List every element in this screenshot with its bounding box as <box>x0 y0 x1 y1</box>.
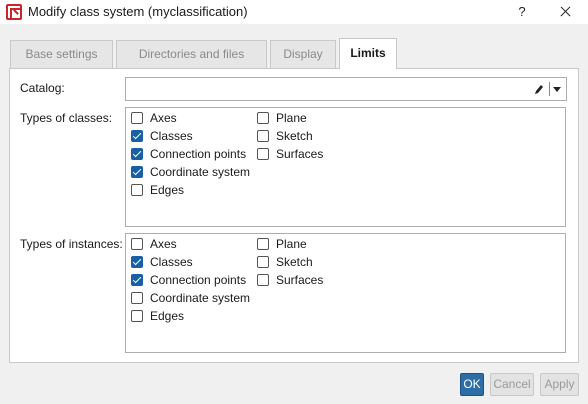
checkbox[interactable] <box>131 112 143 124</box>
checkbox-label: Edges <box>150 309 185 323</box>
checkbox[interactable] <box>257 274 269 286</box>
tab-base-settings[interactable]: Base settings <box>10 40 113 68</box>
separator <box>549 82 550 96</box>
checkbox[interactable] <box>131 148 143 160</box>
checkbox[interactable] <box>257 130 269 142</box>
checkbox[interactable] <box>131 130 143 142</box>
checkbox-label: Plane <box>276 111 307 125</box>
checkbox[interactable] <box>257 148 269 160</box>
catalog-combobox[interactable] <box>125 77 567 101</box>
checkbox-label: Axes <box>150 237 177 251</box>
apply-button[interactable]: Apply <box>540 373 579 396</box>
checkbox[interactable] <box>131 310 143 322</box>
checkbox-label: Axes <box>150 111 177 125</box>
chevron-down-icon[interactable] <box>553 87 561 92</box>
tab-label: Display <box>283 47 323 61</box>
tab-directories-and-files[interactable]: Directories and files <box>116 40 267 68</box>
checkbox[interactable] <box>257 238 269 250</box>
checkbox-label: Surfaces <box>276 273 324 287</box>
cancel-button[interactable]: Cancel <box>490 373 534 396</box>
checkbox[interactable] <box>131 184 143 196</box>
types-of-instances-label: Types of instances: <box>20 237 123 251</box>
types-of-classes-list[interactable]: Axes Classes Connection points Coordinat… <box>125 107 566 227</box>
app-icon <box>6 4 22 20</box>
checkbox-label: Sketch <box>276 129 313 143</box>
catalog-label: Catalog: <box>20 81 65 95</box>
pencil-icon[interactable] <box>534 83 544 95</box>
tab-label: Base settings <box>25 47 98 61</box>
checkbox[interactable] <box>131 166 143 178</box>
checkbox-label: Coordinate system <box>150 291 251 305</box>
checkbox-label: Classes <box>150 129 193 143</box>
tab-label: Directories and files <box>138 47 245 61</box>
checkbox-label: Edges <box>150 183 185 197</box>
checkbox[interactable] <box>131 256 143 268</box>
ok-button[interactable]: OK <box>460 373 484 396</box>
checkbox-label: Surfaces <box>276 147 324 161</box>
tab-display[interactable]: Display <box>270 40 336 68</box>
checkbox-label: Classes <box>150 255 193 269</box>
checkbox-label: Plane <box>276 237 307 251</box>
checkbox-label: Sketch <box>276 255 313 269</box>
checkbox-label: Connection points <box>150 147 247 161</box>
help-button[interactable]: ? <box>512 2 532 22</box>
types-of-classes-label: Types of classes: <box>20 111 113 125</box>
window-title: Modify class system (myclassification) <box>28 4 248 19</box>
checkbox[interactable] <box>131 292 143 304</box>
checkbox[interactable] <box>257 256 269 268</box>
checkbox-label: Coordinate system <box>150 165 251 179</box>
checkbox-label: Connection points <box>150 273 247 287</box>
checkbox[interactable] <box>131 238 143 250</box>
title-bar: Modify class system (myclassification) ? <box>0 0 588 24</box>
close-button[interactable] <box>554 2 578 22</box>
tab-limits[interactable]: Limits <box>339 38 397 69</box>
checkbox[interactable] <box>257 112 269 124</box>
types-of-instances-list[interactable]: Axes Classes Connection points Coordinat… <box>125 233 566 353</box>
tab-label: Limits <box>350 46 386 60</box>
checkbox[interactable] <box>131 274 143 286</box>
